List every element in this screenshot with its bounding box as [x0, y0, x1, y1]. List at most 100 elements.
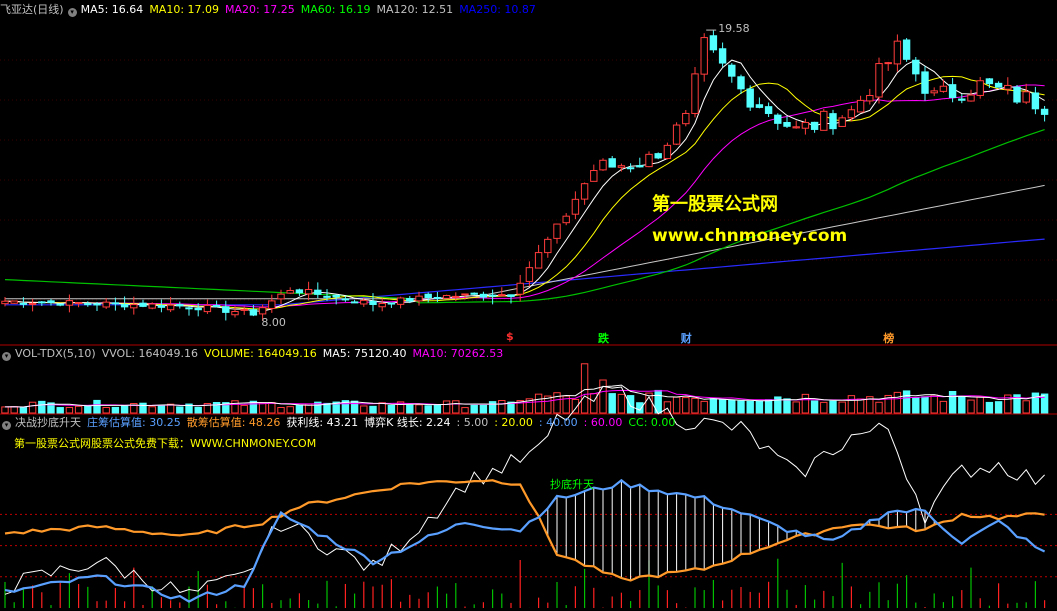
volume-bar: [958, 395, 966, 414]
volume-bar: [295, 404, 304, 414]
volume-bar: [28, 401, 37, 414]
candle-body: [534, 252, 543, 269]
candle-body: [166, 304, 175, 311]
volume-bar: [829, 400, 837, 414]
ind-item: : 20.00: [494, 416, 533, 429]
candle-body: [672, 124, 681, 145]
ma-item: MA60: 16.19: [300, 3, 371, 16]
candle-body: [866, 95, 874, 102]
volume-bar: [856, 398, 865, 414]
candle-body: [148, 303, 156, 309]
candle-body: [360, 299, 368, 305]
candle-body: [967, 94, 975, 102]
candle-body: [746, 88, 754, 108]
volume-bar: [976, 396, 984, 414]
volume-bar: [157, 405, 166, 414]
volume-bar: [774, 396, 782, 414]
volume-bar: [599, 379, 607, 414]
signal-marker: 榜: [883, 332, 895, 345]
candle-body: [19, 302, 28, 305]
volume-bar: [74, 405, 83, 414]
ma-item: MA20: 17.25: [225, 3, 295, 16]
chevron-down-icon[interactable]: ▾: [2, 421, 11, 430]
candle-body: [516, 282, 524, 295]
candle-body: [323, 295, 331, 298]
candle-body: [157, 305, 166, 308]
candle-body: [249, 309, 258, 316]
ma-item: MA5: 16.64: [80, 3, 144, 16]
candle-body: [28, 302, 37, 305]
volume-bar: [406, 404, 414, 414]
candle-body: [378, 302, 386, 308]
volume-bar: [636, 402, 644, 414]
volume-bar: [139, 402, 147, 414]
candle-body: [304, 288, 313, 295]
volume-bar: [240, 404, 248, 414]
ma120-line: [5, 184, 1045, 300]
candle-body: [111, 302, 120, 305]
volume-bar: [893, 391, 902, 414]
candle-body: [875, 63, 883, 98]
candle-body: [222, 306, 230, 313]
watermark-title: 第一股票公式网: [652, 194, 778, 215]
candle-body: [994, 82, 1003, 88]
volume-bar: [258, 402, 267, 414]
volume-bar: [939, 400, 948, 414]
volume-bar: [111, 406, 120, 414]
volume-bar: [369, 405, 377, 414]
volume-bar: [792, 401, 800, 414]
candle-body: [590, 170, 598, 182]
volume-bar: [672, 396, 681, 414]
volume-bar: [1031, 392, 1040, 414]
candle-body: [847, 109, 856, 119]
candle-body: [74, 302, 83, 305]
volume-bar: [994, 401, 1003, 414]
volume-bar: [746, 400, 754, 414]
candle-body: [912, 59, 920, 75]
volume-bar: [875, 401, 883, 414]
candle-body: [433, 296, 442, 299]
candle-body: [774, 114, 782, 124]
ind-item: : 40.00: [538, 416, 578, 429]
volume-bar: [148, 406, 156, 414]
volume-title: VOL-TDX(5,10): [15, 347, 96, 360]
candle-body: [332, 294, 340, 298]
candle-body: [47, 300, 55, 303]
volume-bar: [415, 404, 423, 414]
volume-bar: [810, 400, 819, 414]
candle-body: [921, 71, 929, 94]
candle-body: [599, 159, 607, 171]
candle-body: [810, 121, 819, 130]
candle-body: [369, 300, 377, 305]
ma-item: MA250: 10.87: [459, 3, 536, 16]
volume-bar: [268, 402, 276, 414]
ma10-line: [4, 75, 1045, 310]
candle-body: [84, 303, 92, 306]
main-chart-title: 飞亚达(日线): [0, 3, 64, 16]
candle-body: [139, 302, 147, 307]
candle-body: [387, 302, 396, 305]
volume-bar: [534, 393, 543, 414]
volume-bar: [755, 400, 764, 414]
volume-bar: [93, 399, 101, 414]
buy-signal-label: 抄底升天: [550, 478, 594, 491]
volume-bar: [902, 390, 911, 414]
candle-body: [277, 293, 285, 300]
candle-body: [893, 40, 902, 65]
candle-body: [783, 122, 791, 127]
candle-body: [709, 35, 718, 51]
stock-chart[interactable]: [0, 0, 1057, 611]
candle-body: [792, 126, 800, 129]
volume-bar: [360, 405, 368, 414]
candle-body: [507, 294, 515, 297]
volume-bar: [10, 406, 18, 414]
dealer-chips-line: [4, 478, 1046, 603]
candle-body: [737, 76, 745, 90]
volume-bar: [176, 406, 184, 414]
candle-body: [93, 303, 101, 306]
volume-bar: [102, 406, 110, 414]
chevron-down-icon[interactable]: ▾: [67, 8, 77, 17]
candle-body: [56, 303, 64, 306]
chevron-down-icon[interactable]: ▾: [2, 352, 11, 361]
candle-body: [700, 37, 708, 75]
